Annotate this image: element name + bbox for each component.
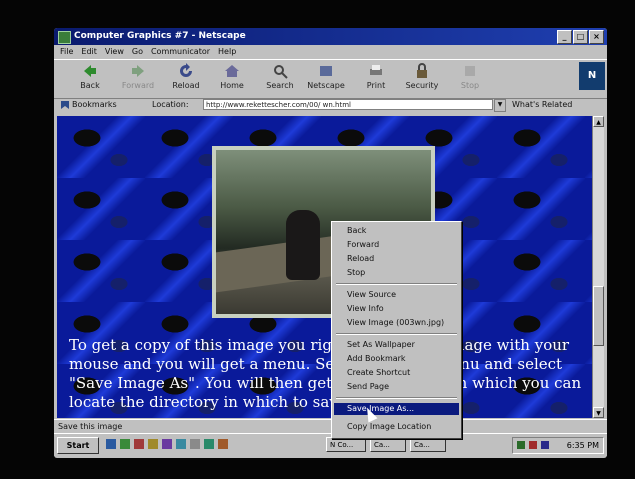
context-menu: Back Forward Reload Stop View Source Vie… xyxy=(331,221,462,439)
quicklaunch-extra-icon[interactable] xyxy=(204,439,214,449)
ctx-set-wallpaper[interactable]: Set As Wallpaper xyxy=(334,339,459,351)
stop-label: Stop xyxy=(460,81,480,90)
quicklaunch-tool-icon[interactable] xyxy=(176,439,186,449)
menu-go[interactable]: Go xyxy=(132,45,143,59)
location-url-field[interactable]: http://www.rekettescher.com/00/ wn.html xyxy=(203,99,493,110)
ctx-reload[interactable]: Reload xyxy=(334,253,459,265)
search-icon xyxy=(274,65,288,79)
home-icon xyxy=(225,65,239,77)
tray-clock[interactable]: 6:35 PM xyxy=(567,438,599,453)
ctx-create-shortcut[interactable]: Create Shortcut xyxy=(334,367,459,379)
ctx-add-bookmark[interactable]: Add Bookmark xyxy=(334,353,459,365)
window-titlebar[interactable]: Computer Graphics #7 - Netscape _ □ × xyxy=(54,28,607,45)
stop-button[interactable]: Stop xyxy=(450,63,490,90)
back-button[interactable]: Back xyxy=(70,63,110,90)
window-controls: _ □ × xyxy=(557,30,604,44)
ctx-forward[interactable]: Forward xyxy=(334,239,459,251)
forward-arrow-icon xyxy=(132,65,144,77)
minimize-button[interactable]: _ xyxy=(557,30,572,44)
ctx-view-info[interactable]: View Info xyxy=(334,303,459,315)
lock-icon xyxy=(417,63,427,78)
home-label: Home xyxy=(220,81,244,90)
image-figure-shape xyxy=(286,210,320,280)
location-label: Location: xyxy=(152,100,189,109)
netscape-button[interactable]: Netscape xyxy=(306,63,346,90)
location-bar: Bookmarks Location: http://www.rekettesc… xyxy=(54,97,607,113)
netscape-logo[interactable]: N xyxy=(579,62,605,90)
page-content[interactable]: To get a copy of this image you right cl… xyxy=(57,116,592,418)
quicklaunch-folder-icon[interactable] xyxy=(148,439,158,449)
security-label: Security xyxy=(405,81,439,90)
quicklaunch-ie-icon[interactable] xyxy=(106,439,116,449)
scroll-up-arrow[interactable]: ▲ xyxy=(593,116,604,127)
tray-volume-icon[interactable] xyxy=(529,441,537,449)
menu-bar: File Edit View Go Communicator Help xyxy=(54,45,607,59)
menu-view[interactable]: View xyxy=(105,45,124,59)
forward-button[interactable]: Forward xyxy=(118,63,158,90)
window-title: Computer Graphics #7 - Netscape xyxy=(74,31,246,41)
ctx-view-source[interactable]: View Source xyxy=(334,289,459,301)
security-button[interactable]: Security xyxy=(402,63,442,90)
search-label: Search xyxy=(266,81,294,90)
ctx-view-image[interactable]: View Image (003wn.jpg) xyxy=(334,317,459,329)
print-label: Print xyxy=(366,81,386,90)
close-button[interactable]: × xyxy=(589,30,604,44)
ctx-copy-image-location[interactable]: Copy Image Location xyxy=(334,421,459,433)
forward-label: Forward xyxy=(121,81,155,90)
system-tray: 6:35 PM xyxy=(512,437,604,454)
menu-communicator[interactable]: Communicator xyxy=(151,45,210,59)
tray-network-icon[interactable] xyxy=(517,441,525,449)
search-button[interactable]: Search xyxy=(260,63,300,90)
netscape-label: Netscape xyxy=(307,81,345,90)
bookmark-icon xyxy=(61,101,69,109)
ctx-separator xyxy=(336,283,457,285)
page-body-text: To get a copy of this image you right cl… xyxy=(69,336,582,411)
scroll-thumb[interactable] xyxy=(593,286,604,346)
quicklaunch-desktop-icon[interactable] xyxy=(120,439,130,449)
start-button[interactable]: Start xyxy=(57,437,99,454)
ctx-back[interactable]: Back xyxy=(334,225,459,237)
bookmarks-button[interactable]: Bookmarks xyxy=(72,97,117,113)
ctx-separator xyxy=(336,333,457,335)
quicklaunch-misc-icon[interactable] xyxy=(190,439,200,449)
crt-frame: Computer Graphics #7 - Netscape _ □ × Fi… xyxy=(0,0,635,479)
ctx-save-image-as[interactable]: Save Image As... xyxy=(334,403,459,415)
navigation-toolbar: Back Forward Reload Home Search Netscape xyxy=(54,59,607,99)
quicklaunch-mail-icon[interactable] xyxy=(134,439,144,449)
menu-file[interactable]: File xyxy=(60,45,73,59)
ctx-separator xyxy=(336,397,457,399)
taskbar-task-2[interactable]: Ca... xyxy=(370,437,406,452)
print-button[interactable]: Print xyxy=(356,63,396,90)
menu-edit[interactable]: Edit xyxy=(81,45,97,59)
quicklaunch-program-icon[interactable] xyxy=(218,439,228,449)
url-dropdown-button[interactable]: ▼ xyxy=(494,99,506,112)
back-arrow-icon xyxy=(84,65,96,77)
ctx-send-page[interactable]: Send Page xyxy=(334,381,459,393)
reload-label: Reload xyxy=(172,81,200,90)
taskbar-task-3[interactable]: Ca... xyxy=(410,437,446,452)
maximize-button[interactable]: □ xyxy=(573,30,588,44)
reload-button[interactable]: Reload xyxy=(166,63,206,90)
tray-app-icon[interactable] xyxy=(541,441,549,449)
back-label: Back xyxy=(80,81,100,90)
stop-icon xyxy=(465,66,475,76)
whats-related-button[interactable]: What's Related xyxy=(512,97,572,113)
netscape-guide-icon xyxy=(320,66,332,76)
taskbar-netscape[interactable]: N Co... xyxy=(326,437,366,452)
printer-icon xyxy=(370,65,382,75)
vertical-scrollbar[interactable]: ▲ ▼ xyxy=(592,116,604,418)
ctx-stop[interactable]: Stop xyxy=(334,267,459,279)
reload-icon xyxy=(180,63,192,77)
scroll-down-arrow[interactable]: ▼ xyxy=(593,407,604,418)
quicklaunch-app-icon[interactable] xyxy=(162,439,172,449)
netscape-app-icon xyxy=(58,31,71,44)
menu-help[interactable]: Help xyxy=(218,45,236,59)
home-button[interactable]: Home xyxy=(212,63,252,90)
netscape-window: Computer Graphics #7 - Netscape _ □ × Fi… xyxy=(54,28,607,458)
